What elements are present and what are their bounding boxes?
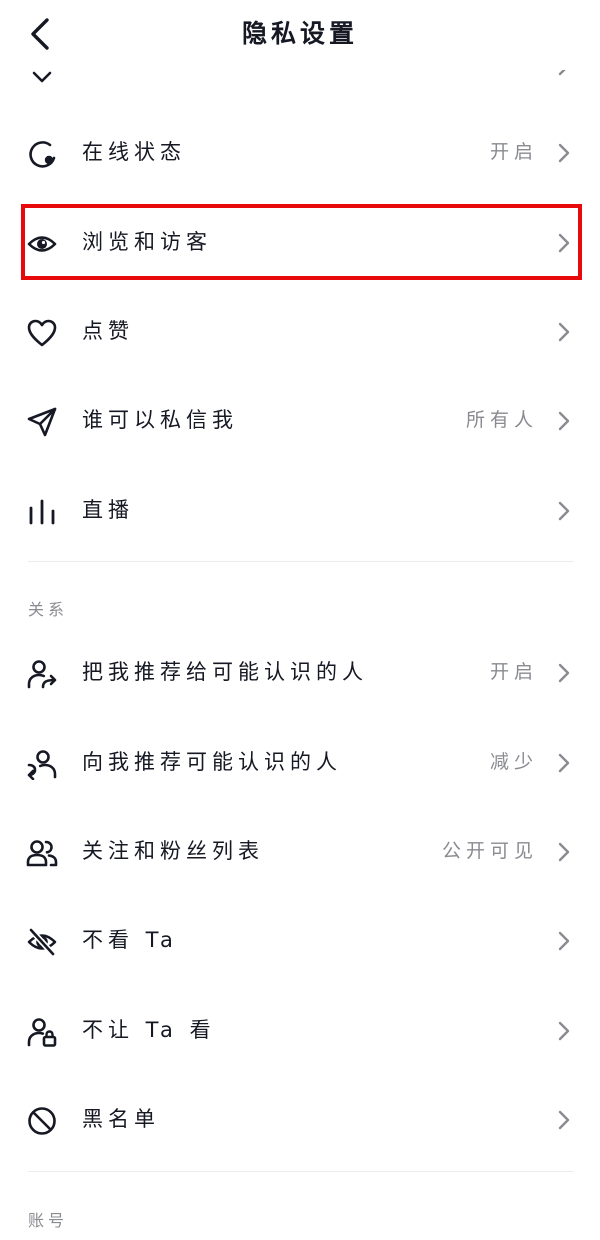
row-recommend-to-me[interactable]: 向我推荐可能认识的人 减少 — [0, 722, 600, 802]
row-live[interactable]: 直播 — [0, 470, 600, 550]
chevron-right-icon — [556, 840, 572, 864]
chevron-right-icon — [556, 141, 572, 165]
eye-off-icon — [26, 926, 58, 958]
header-bar: 隐私设置 — [0, 0, 600, 70]
row-label: 关注和粉丝列表 — [82, 839, 264, 863]
row-label: 浏览和访客 — [82, 230, 212, 254]
partial-row-top[interactable] — [0, 70, 600, 90]
row-online-status[interactable]: 在线状态 开启 — [0, 112, 600, 192]
chevron-right-icon — [556, 751, 572, 775]
users-icon — [26, 837, 58, 869]
row-label: 向我推荐可能认识的人 — [82, 750, 342, 774]
live-bars-icon — [26, 496, 58, 528]
page-title: 隐私设置 — [241, 19, 358, 48]
row-value: 开启 — [489, 141, 538, 163]
row-browse-visitors[interactable]: 浏览和访客 — [0, 202, 600, 282]
section-title-account: 账号 — [28, 1211, 69, 1230]
section-title-relations: 关系 — [28, 600, 69, 619]
user-share-icon — [26, 658, 58, 690]
chevron-right-icon — [556, 1108, 572, 1132]
user-recommend-icon — [26, 748, 58, 780]
chevron-right-icon — [556, 70, 572, 78]
row-label: 把我推荐给可能认识的人 — [82, 660, 368, 684]
row-value: 减少 — [489, 751, 538, 773]
chevron-right-icon — [556, 1019, 572, 1043]
row-dont-see-ta[interactable]: 不看 Ta — [0, 900, 600, 980]
chevron-right-icon — [556, 231, 572, 255]
chevron-right-icon — [556, 320, 572, 344]
row-value: 所有人 — [465, 409, 538, 431]
row-recommend-me[interactable]: 把我推荐给可能认识的人 开启 — [0, 632, 600, 712]
row-likes[interactable]: 点赞 — [0, 291, 600, 371]
row-label: 谁可以私信我 — [82, 408, 238, 432]
row-follow-fan-list[interactable]: 关注和粉丝列表 公开可见 — [0, 811, 600, 891]
row-label: 在线状态 — [82, 140, 186, 164]
paper-plane-icon — [26, 406, 58, 438]
row-blacklist[interactable]: 黑名单 — [0, 1079, 600, 1159]
row-value: 开启 — [489, 661, 538, 683]
row-dont-let-ta-see[interactable]: 不让 Ta 看 — [0, 990, 600, 1070]
section-divider — [28, 1171, 574, 1172]
eye-icon — [26, 228, 58, 260]
chevron-down-icon — [26, 70, 58, 90]
row-label: 直播 — [82, 498, 134, 522]
chevron-right-icon — [556, 499, 572, 523]
row-label: 点赞 — [82, 319, 134, 343]
block-icon — [26, 1105, 58, 1137]
row-label: 黑名单 — [82, 1107, 160, 1131]
row-label: 不让 Ta 看 — [82, 1018, 216, 1042]
user-lock-icon — [26, 1016, 58, 1048]
row-label: 不看 Ta — [82, 928, 178, 952]
chevron-right-icon — [556, 929, 572, 953]
chevron-right-icon — [556, 409, 572, 433]
row-value: 公开可见 — [441, 840, 538, 862]
section-divider — [28, 561, 574, 562]
row-who-can-message[interactable]: 谁可以私信我 所有人 — [0, 380, 600, 460]
chevron-right-icon — [556, 661, 572, 685]
online-status-icon — [26, 138, 58, 170]
heart-icon — [26, 317, 58, 349]
